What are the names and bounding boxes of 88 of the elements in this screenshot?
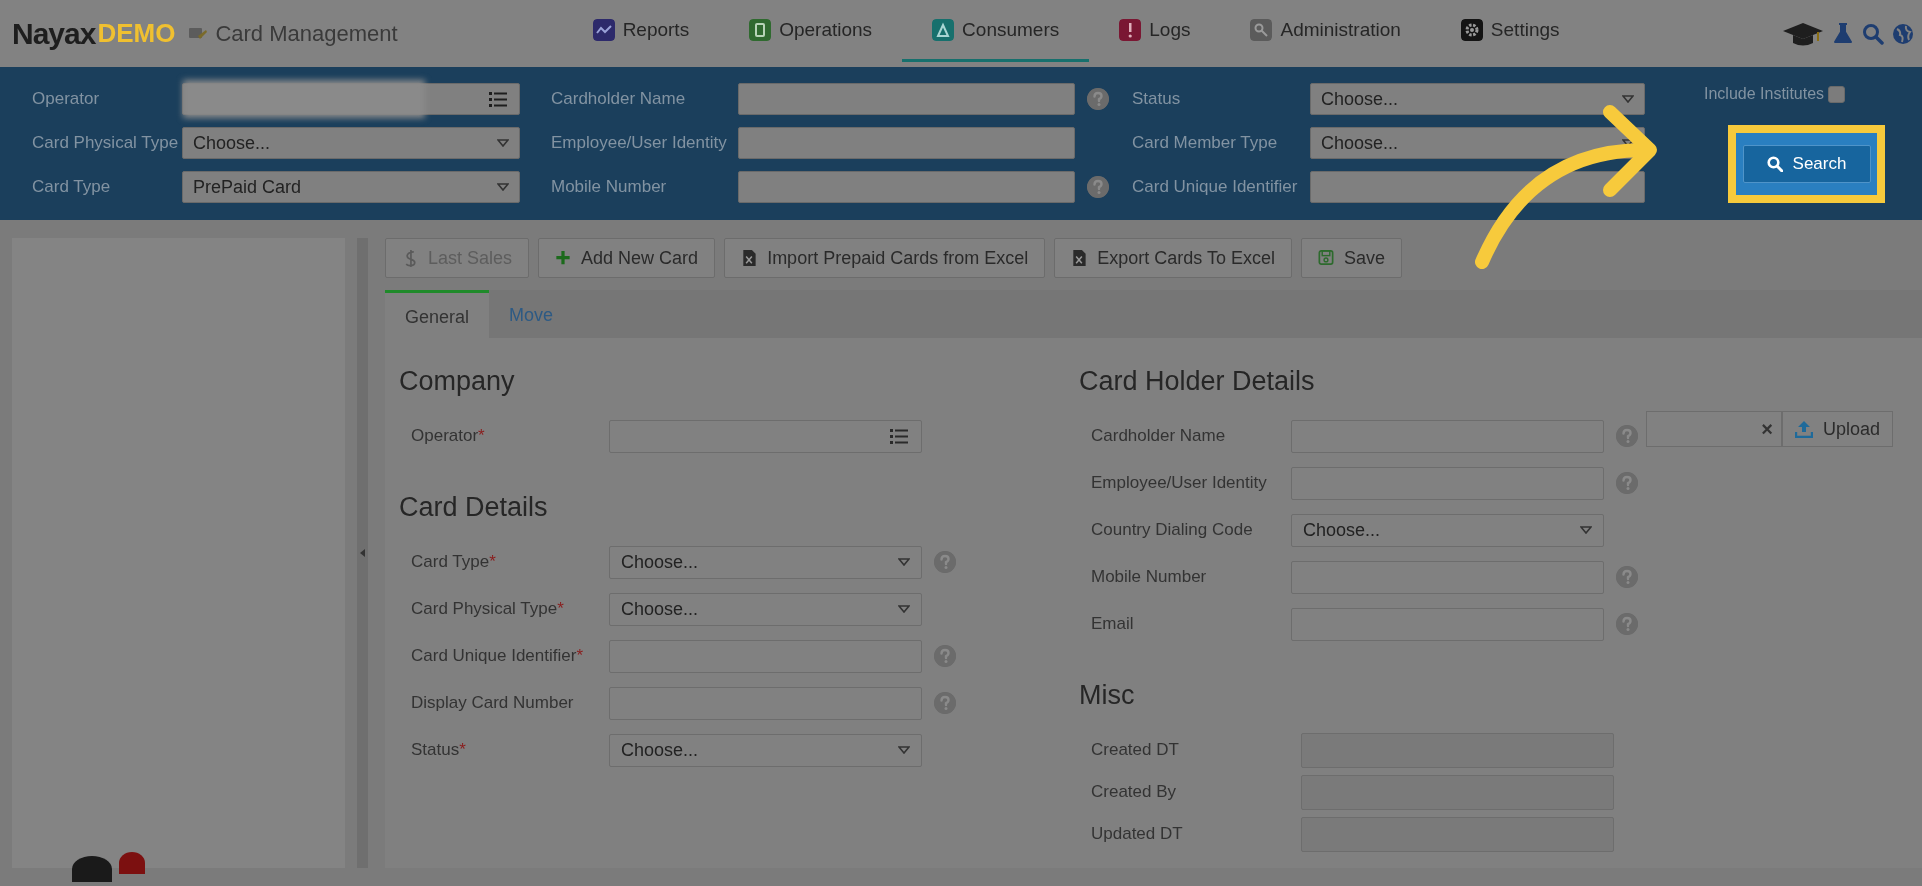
- dropdown-caret-icon: [1622, 139, 1634, 147]
- filter-label: Employee/User Identity: [551, 133, 728, 153]
- gear-icon: [1460, 18, 1483, 41]
- page-title: Card Management: [215, 20, 398, 47]
- field-label: Created By: [1091, 782, 1178, 802]
- nav-tab[interactable]: Logs: [1089, 0, 1221, 62]
- field-label: Updated DT: [1091, 824, 1184, 844]
- dropdown-caret-icon: [898, 558, 910, 566]
- filter-label: Card Type: [32, 177, 112, 197]
- nav-tab[interactable]: Operations: [719, 0, 903, 62]
- nav-tab[interactable]: Administration: [1220, 0, 1431, 62]
- field-label: Mobile Number: [1091, 567, 1208, 587]
- dropdown[interactable]: Choose...: [609, 733, 922, 767]
- dropdown-caret-icon: [898, 746, 910, 754]
- filter-label: Status: [1132, 89, 1182, 109]
- dropdown-caret-icon: [1580, 526, 1592, 534]
- spreadsheet-icon: [1071, 249, 1088, 267]
- toolbar-button[interactable]: Export Cards To Excel: [1054, 238, 1292, 278]
- lookup-field[interactable]: [609, 419, 922, 453]
- tab[interactable]: General: [385, 290, 490, 338]
- nav-tab[interactable]: Reports: [562, 0, 720, 62]
- section-heading: Company: [399, 366, 516, 397]
- field-label: Card Physical Type*: [411, 599, 565, 619]
- filter-label: Card Physical Type: [32, 133, 180, 153]
- field-label: Display Card Number: [411, 693, 575, 713]
- filter-label: Cardholder Name: [551, 89, 687, 109]
- nav-tab[interactable]: Consumers: [902, 0, 1090, 62]
- section-heading: Card Details: [399, 492, 549, 523]
- splitter-handle[interactable]: [357, 238, 368, 868]
- brand-logo: Nayax: [12, 16, 96, 51]
- field-label: Employee/User Identity: [1091, 473, 1268, 493]
- collapse-icon[interactable]: [360, 549, 365, 557]
- list-icon: [890, 428, 910, 444]
- globe-icon: [1892, 22, 1914, 45]
- clipboard-icon: [749, 18, 772, 41]
- filter-label: Mobile Number: [551, 177, 668, 197]
- filter-dropdown[interactable]: PrePaid Card: [182, 171, 520, 203]
- people-icon: [932, 18, 955, 41]
- dropdown-caret-icon: [1622, 95, 1634, 103]
- section-heading: Card Holder Details: [1079, 366, 1316, 397]
- search-icon: [1766, 156, 1783, 172]
- spreadsheet-icon: [741, 249, 758, 267]
- toolbar-button[interactable]: Save: [1300, 238, 1402, 278]
- checkbox-label: Include Institutes: [1704, 85, 1825, 103]
- field-label: Status*: [411, 740, 467, 760]
- filter-label: Card Member Type: [1132, 133, 1279, 153]
- alert-icon: [1119, 18, 1142, 41]
- toolbar-button[interactable]: Import Prepaid Cards from Excel: [724, 238, 1046, 278]
- help-icon[interactable]: [1087, 176, 1109, 198]
- help-icon[interactable]: [1087, 88, 1109, 110]
- dropdown[interactable]: Choose...: [1291, 513, 1604, 547]
- plus-icon: [555, 249, 572, 267]
- dropdown[interactable]: Choose...: [609, 545, 922, 579]
- filter-field[interactable]: [738, 171, 1075, 203]
- field-label: Card Type*: [411, 552, 497, 572]
- flask-icon: [1832, 21, 1854, 46]
- field-label: Created DT: [1091, 740, 1180, 760]
- avatar[interactable]: [72, 856, 112, 882]
- field-label: Email: [1091, 614, 1135, 634]
- filter-dropdown[interactable]: Choose...: [182, 127, 520, 159]
- dropdown[interactable]: Choose...: [609, 592, 922, 626]
- filter-field[interactable]: [738, 127, 1075, 159]
- checkbox[interactable]: [1828, 85, 1846, 103]
- field-label: Card Unique Identifier*: [411, 646, 584, 666]
- search-icon: [1862, 22, 1884, 45]
- field-label: Country Dialing Code: [1091, 520, 1254, 540]
- dropdown-caret-icon: [497, 183, 509, 191]
- upload-icon: [1795, 420, 1813, 438]
- filter-field[interactable]: [182, 83, 520, 115]
- dropdown-caret-icon: [497, 139, 509, 147]
- chart-icon: [592, 18, 615, 41]
- card-icon: [189, 25, 208, 42]
- search-button[interactable]: Search: [1742, 145, 1871, 183]
- notification-badge: [119, 852, 145, 874]
- edition-label: DEMO: [97, 18, 176, 49]
- file-field[interactable]: ×: [1646, 411, 1782, 447]
- field-label: Cardholder Name: [1091, 426, 1227, 446]
- filter-dropdown[interactable]: Choose...: [1310, 83, 1645, 115]
- section-heading: Misc: [1079, 680, 1136, 711]
- upload-button[interactable]: Upload: [1782, 411, 1894, 447]
- list-icon: [489, 91, 509, 107]
- filter-field[interactable]: [738, 83, 1075, 115]
- dropdown-caret-icon: [898, 605, 910, 613]
- filter-label: Card Unique Identifier: [1132, 177, 1299, 197]
- toolbar-button[interactable]: Add New Card: [538, 238, 716, 278]
- filter-label: Operator: [32, 89, 101, 109]
- nav-tab[interactable]: Settings: [1430, 0, 1590, 62]
- field-label: Operator*: [411, 426, 486, 446]
